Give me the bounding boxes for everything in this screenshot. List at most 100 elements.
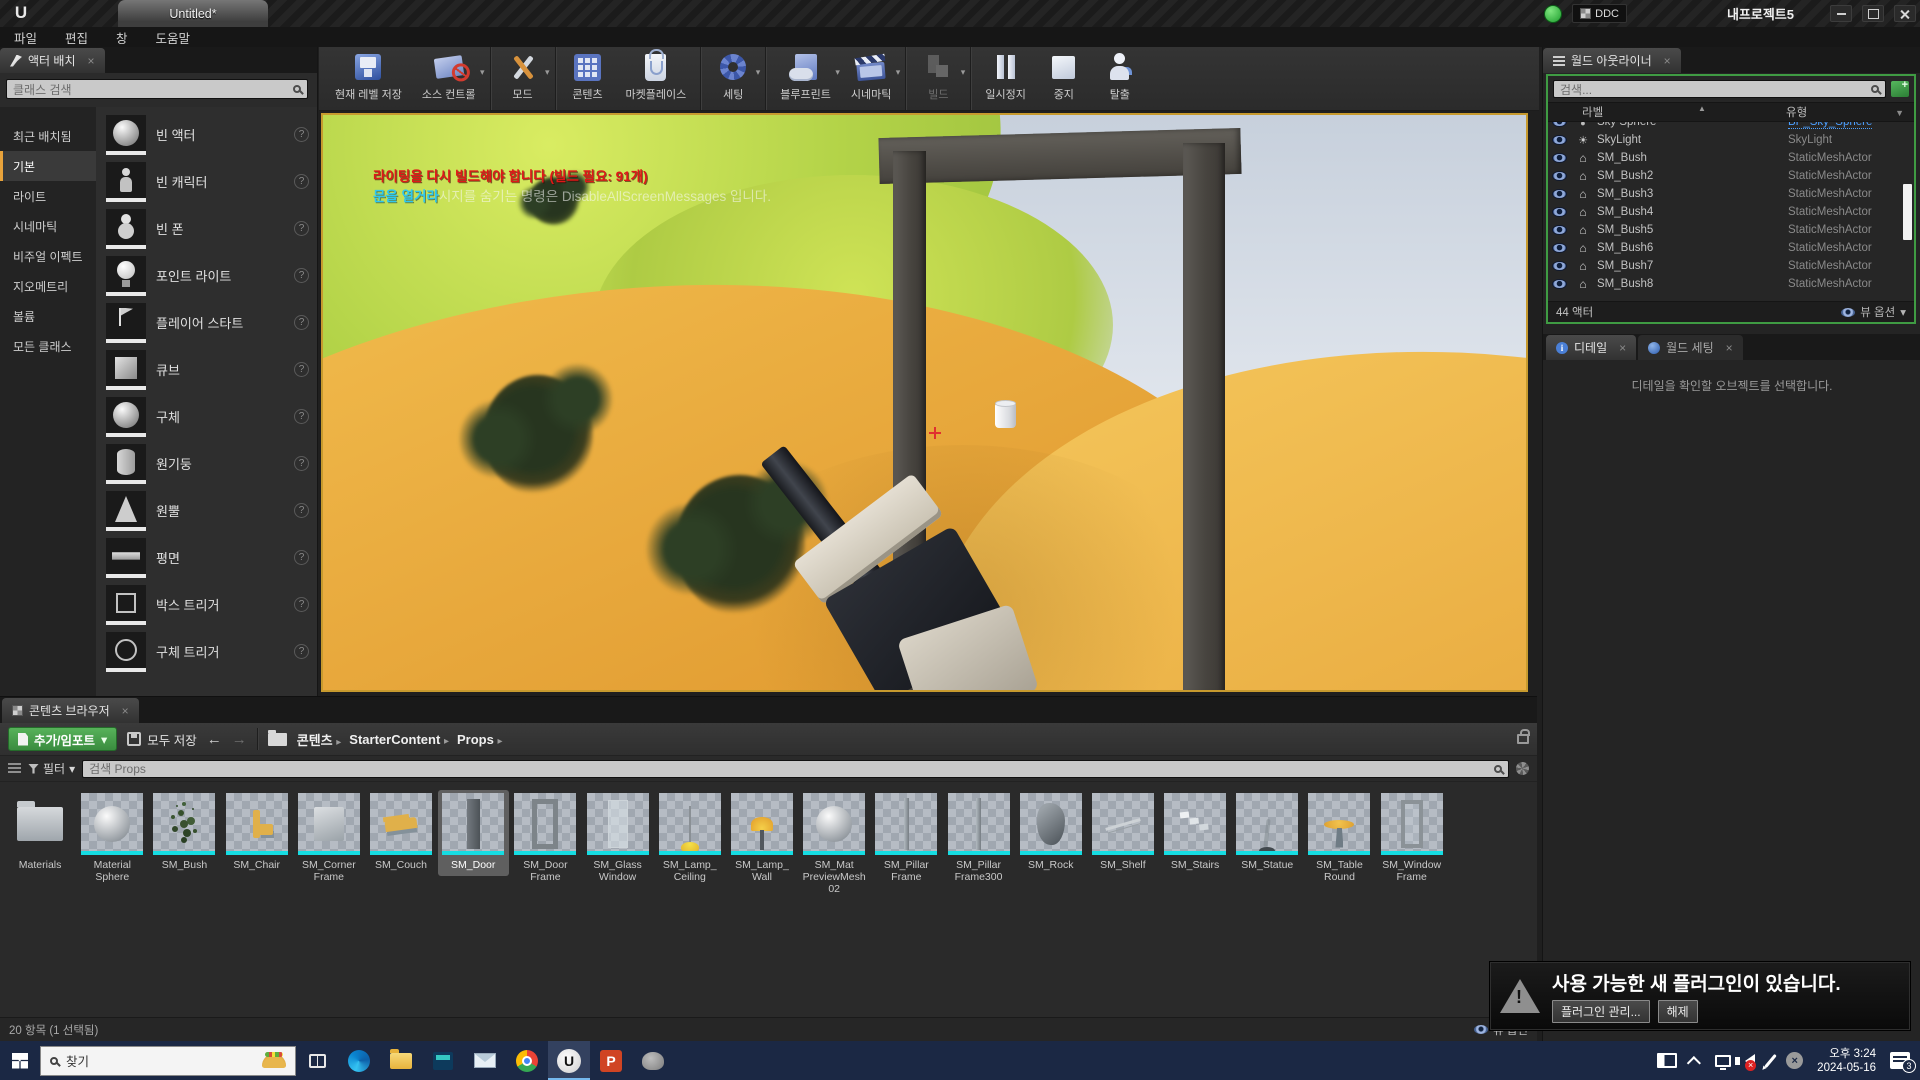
toolbar-button[interactable]: 마켓플레이스 bbox=[616, 47, 697, 110]
toolbar-button[interactable]: 현재 레벨 저장 bbox=[325, 47, 412, 110]
asset-tile[interactable]: SM_Corner Frame bbox=[293, 790, 364, 888]
help-icon[interactable] bbox=[294, 550, 309, 565]
close-tab-icon[interactable] bbox=[122, 704, 129, 718]
filter-button[interactable]: 필터 bbox=[28, 760, 75, 777]
gimp-button[interactable] bbox=[632, 1041, 674, 1080]
asset-search-input[interactable]: 검색 Props bbox=[82, 760, 1509, 778]
category-item[interactable]: 볼륨 bbox=[0, 301, 96, 331]
store-button[interactable] bbox=[422, 1041, 464, 1080]
breadcrumb-item[interactable]: 콘텐츠 bbox=[297, 730, 342, 749]
help-icon[interactable] bbox=[294, 409, 309, 424]
level-tab[interactable]: Untitled* bbox=[118, 0, 268, 27]
close-tab-icon[interactable] bbox=[1619, 341, 1626, 355]
visibility-eye-icon[interactable] bbox=[1552, 261, 1567, 271]
class-search-input[interactable]: 클래스 검색 bbox=[6, 79, 308, 99]
add-actor-icon[interactable] bbox=[1891, 81, 1909, 97]
edge-button[interactable] bbox=[338, 1041, 380, 1080]
breadcrumb-separator-icon[interactable] bbox=[336, 737, 341, 748]
visibility-eye-icon[interactable] bbox=[1552, 135, 1567, 145]
toolbar-button[interactable]: 탈출 bbox=[1092, 47, 1148, 110]
back-arrow-icon[interactable] bbox=[207, 731, 222, 748]
dropdown-caret-icon[interactable] bbox=[896, 67, 901, 78]
manage-plugins-button[interactable]: 플러그인 관리... bbox=[1552, 1000, 1650, 1023]
place-actor-item[interactable]: 구체 트리거 bbox=[96, 628, 317, 675]
tray-expand-icon[interactable] bbox=[1687, 1056, 1701, 1070]
visibility-eye-icon[interactable] bbox=[1552, 225, 1567, 235]
network-icon[interactable] bbox=[1715, 1055, 1731, 1067]
tab-world-settings[interactable]: 월드 세팅 bbox=[1638, 335, 1743, 360]
help-icon[interactable] bbox=[294, 174, 309, 189]
place-actor-item[interactable]: 구체 bbox=[96, 393, 317, 440]
asset-tile[interactable]: SM_Mat PreviewMesh 02 bbox=[799, 790, 870, 900]
asset-tile[interactable]: SM_Statue bbox=[1232, 790, 1303, 876]
powerpoint-button[interactable]: P bbox=[590, 1041, 632, 1080]
outliner-row[interactable]: SM_Bush6 StaticMeshActor bbox=[1548, 239, 1914, 257]
visibility-eye-icon[interactable] bbox=[1552, 279, 1567, 289]
category-item[interactable]: 최근 배치됨 bbox=[0, 121, 96, 151]
toolbar-button[interactable]: 시네마틱 bbox=[841, 47, 901, 110]
taskbar-search[interactable]: 찾기 bbox=[40, 1046, 296, 1076]
toolbar-button[interactable]: 일시정지 bbox=[970, 47, 1035, 110]
type-filter-icon[interactable] bbox=[1895, 108, 1904, 118]
place-actor-item[interactable]: 박스 트리거 bbox=[96, 581, 317, 628]
start-button[interactable] bbox=[0, 1041, 40, 1080]
breadcrumb-item[interactable]: StarterContent bbox=[349, 732, 449, 747]
close-tab-icon[interactable] bbox=[88, 54, 95, 68]
actor-type-link[interactable]: BP_Sky_Sphere bbox=[1788, 122, 1872, 129]
outliner-row[interactable]: SM_Bush5 StaticMeshActor bbox=[1548, 221, 1914, 239]
sources-panel-icon[interactable] bbox=[8, 763, 21, 774]
asset-tile[interactable]: Material Sphere bbox=[77, 790, 148, 888]
category-item[interactable]: 시네마틱 bbox=[0, 211, 96, 241]
outliner-scrollbar[interactable] bbox=[1903, 184, 1912, 240]
column-label[interactable]: 라벨 bbox=[1548, 104, 1786, 120]
lock-icon[interactable] bbox=[1517, 734, 1529, 744]
outliner-row[interactable]: SM_Bush StaticMeshActor bbox=[1548, 149, 1914, 167]
outliner-row[interactable]: SkyLight SkyLight bbox=[1548, 131, 1914, 149]
asset-tile[interactable]: Materials bbox=[5, 790, 76, 876]
menu-item[interactable]: 도움말 bbox=[156, 28, 191, 47]
category-item[interactable]: 모든 클래스 bbox=[0, 331, 96, 361]
asset-tile[interactable]: SM_Stairs bbox=[1160, 790, 1231, 876]
category-item[interactable]: 지오메트리 bbox=[0, 271, 96, 301]
outliner-row[interactable]: SM_Bush4 StaticMeshActor bbox=[1548, 203, 1914, 221]
asset-tile[interactable]: SM_Lamp_ Ceiling bbox=[654, 790, 725, 888]
place-actor-item[interactable]: 빈 폰 bbox=[96, 205, 317, 252]
asset-tile[interactable]: SM_Glass Window bbox=[582, 790, 653, 888]
visibility-eye-icon[interactable] bbox=[1552, 153, 1567, 163]
help-icon[interactable] bbox=[294, 503, 309, 518]
place-actor-item[interactable]: 원뿔 bbox=[96, 487, 317, 534]
breadcrumb-item[interactable]: Props bbox=[457, 732, 503, 747]
asset-tile[interactable]: SM_Window Frame bbox=[1376, 790, 1447, 888]
visibility-eye-icon[interactable] bbox=[1552, 207, 1567, 217]
category-item[interactable]: 라이트 bbox=[0, 181, 96, 211]
visibility-eye-icon[interactable] bbox=[1552, 171, 1567, 181]
asset-tile[interactable]: SM_Rock bbox=[1015, 790, 1086, 876]
file-explorer-button[interactable] bbox=[380, 1041, 422, 1080]
toolbar-button[interactable]: 빌드 bbox=[905, 47, 966, 110]
visibility-eye-icon[interactable] bbox=[1552, 122, 1567, 127]
dropdown-caret-icon[interactable] bbox=[961, 67, 966, 78]
title-bar[interactable]: U Untitled* DDC 내프로젝트5 bbox=[0, 0, 1920, 27]
dismiss-button[interactable]: 해제 bbox=[1658, 1000, 1698, 1023]
news-widget-icon[interactable] bbox=[1657, 1053, 1677, 1068]
close-button[interactable] bbox=[1894, 5, 1916, 22]
volume-muted-icon[interactable] bbox=[1745, 1054, 1755, 1068]
visibility-eye-icon[interactable] bbox=[1552, 189, 1567, 199]
asset-tile[interactable]: SM_Couch bbox=[366, 790, 437, 876]
help-icon[interactable] bbox=[294, 315, 309, 330]
level-viewport[interactable]: 라이팅을 다시 빌드해야 합니다 (빌드 필요: 91개) 문을 열거라 시지를… bbox=[321, 113, 1528, 692]
place-actor-item[interactable]: 빈 캐릭터 bbox=[96, 158, 317, 205]
place-actor-item[interactable]: 원기둥 bbox=[96, 440, 317, 487]
minimize-button[interactable] bbox=[1830, 5, 1852, 22]
asset-tile[interactable]: SM_Shelf bbox=[1087, 790, 1158, 876]
dropdown-caret-icon[interactable] bbox=[835, 67, 840, 78]
ddc-button[interactable]: DDC bbox=[1572, 4, 1627, 23]
asset-tile[interactable]: SM_Door bbox=[438, 790, 509, 876]
menu-item[interactable]: 파일 bbox=[14, 28, 37, 47]
help-icon[interactable] bbox=[294, 597, 309, 612]
toolbar-button[interactable]: 블루프린트 bbox=[765, 47, 841, 110]
toolbar-button[interactable]: 모드 bbox=[490, 47, 551, 110]
breadcrumb-separator-icon[interactable] bbox=[444, 736, 449, 747]
help-icon[interactable] bbox=[294, 127, 309, 142]
place-actor-item[interactable]: 평면 bbox=[96, 534, 317, 581]
